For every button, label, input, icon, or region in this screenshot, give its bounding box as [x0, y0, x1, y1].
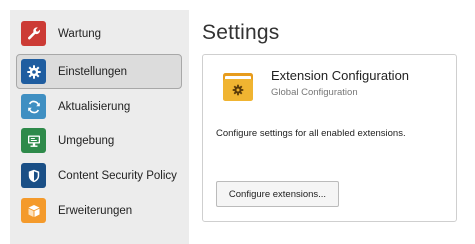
card-subtitle: Global Configuration: [271, 87, 358, 98]
box-icon: [21, 198, 46, 223]
sidebar-item-label: Content Security Policy: [58, 169, 177, 182]
sidebar-item-label: Umgebung: [58, 134, 115, 147]
sidebar-item-erweiterungen[interactable]: Erweiterungen: [16, 193, 182, 228]
sidebar-item-aktualisierung[interactable]: Aktualisierung: [16, 89, 182, 124]
gear-icon: [21, 59, 46, 84]
card-description: Configure settings for all enabled exten…: [216, 128, 406, 139]
refresh-icon: [21, 94, 46, 119]
sidebar-item-content-security-policy[interactable]: Content Security Policy: [16, 158, 182, 193]
sidebar-item-label: Einstellungen: [58, 65, 128, 78]
sidebar-item-wartung[interactable]: Wartung: [16, 16, 182, 51]
wrench-icon: [21, 21, 46, 46]
sidebar-item-label: Erweiterungen: [58, 204, 133, 217]
card-header: Extension Configuration Global Configura…: [203, 55, 456, 113]
monitor-icon: [21, 128, 46, 153]
configure-extensions-button[interactable]: Configure extensions...: [216, 181, 339, 207]
sidebar-item-label: Aktualisierung: [58, 100, 131, 113]
shield-icon: [21, 163, 46, 188]
folder-gear-icon: [221, 70, 255, 104]
sidebar-item-label: Wartung: [58, 27, 102, 40]
module-sidebar: Wartung Einstellungen Aktualisierung Umg…: [10, 10, 189, 244]
card-title: Extension Configuration: [271, 68, 410, 83]
extension-configuration-card: Extension Configuration Global Configura…: [202, 54, 457, 222]
sidebar-item-einstellungen[interactable]: Einstellungen: [16, 54, 182, 89]
page-title: Settings: [202, 21, 280, 44]
sidebar-item-umgebung[interactable]: Umgebung: [16, 123, 182, 158]
